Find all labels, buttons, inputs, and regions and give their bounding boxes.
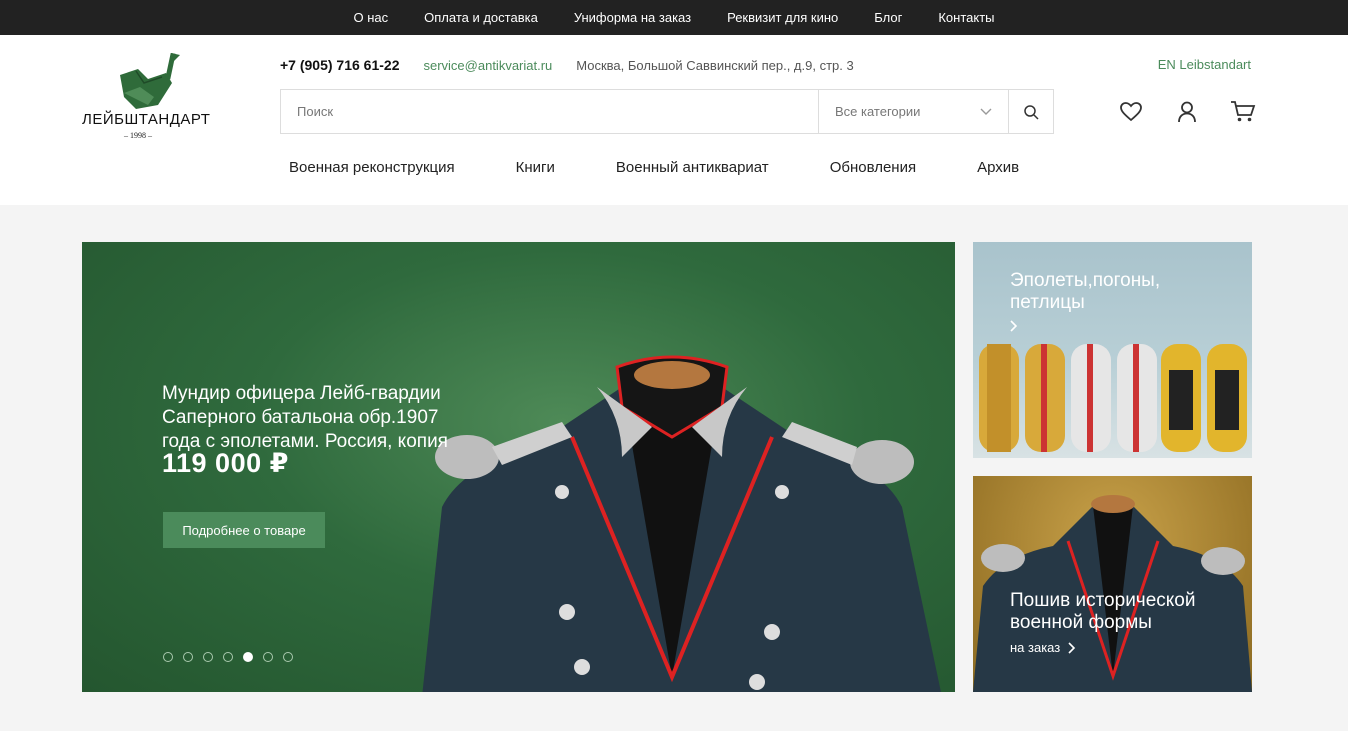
- logo-year: – 1998 –: [124, 131, 152, 140]
- category-select[interactable]: Все категории: [818, 90, 1008, 133]
- header-user-icons: [1118, 99, 1256, 125]
- topnav-payment-delivery[interactable]: Оплата и доставка: [424, 10, 538, 25]
- category-select-label: Все категории: [835, 104, 921, 119]
- slider-pagination: [163, 652, 293, 662]
- search-button[interactable]: [1008, 90, 1053, 133]
- search-bar: Все категории: [280, 89, 1054, 134]
- slider-dot-1[interactable]: [163, 652, 173, 662]
- cart-icon: [1231, 101, 1256, 122]
- search-input[interactable]: [281, 90, 818, 133]
- nav-books[interactable]: Книги: [516, 159, 555, 176]
- email-link[interactable]: service@antikvariat.ru: [423, 58, 552, 73]
- topnav-contacts[interactable]: Контакты: [938, 10, 994, 25]
- site-header: ЛЕЙБШТАНДАРТ – 1998 – +7 (905) 716 61-22…: [0, 35, 1348, 205]
- header-contacts: +7 (905) 716 61-22 service@antikvariat.r…: [280, 57, 854, 73]
- epaulettes-image: [979, 344, 1247, 452]
- chevron-right-icon: [1010, 320, 1018, 332]
- account-button[interactable]: [1174, 99, 1200, 125]
- hero-price: 119 000 ₽: [162, 448, 289, 478]
- banner-tailoring-subtitle: на заказ: [1010, 640, 1061, 655]
- phone-link[interactable]: +7 (905) 716 61-22: [280, 57, 399, 73]
- banner-tailoring-link: на заказ: [1010, 640, 1076, 655]
- nav-archive[interactable]: Архив: [977, 159, 1019, 176]
- banner-epaulettes[interactable]: Эполеты,погоны, петлицы: [973, 242, 1252, 458]
- user-icon: [1178, 101, 1196, 123]
- nav-military-reconstruction[interactable]: Военная реконструкция: [289, 159, 455, 176]
- wishlist-button[interactable]: [1118, 99, 1144, 125]
- hero-details-button[interactable]: Подробнее о товаре: [163, 512, 325, 548]
- logo-emblem-icon: [120, 53, 180, 109]
- main-navigation: Военная реконструкция Книги Военный анти…: [289, 159, 1019, 176]
- chevron-right-icon: [1068, 641, 1076, 654]
- banner-tailoring-title: Пошив исторической военной формы: [1010, 590, 1196, 633]
- site-logo[interactable]: ЛЕЙБШТАНДАРТ – 1998 –: [82, 53, 212, 143]
- banner-tailoring[interactable]: Пошив исторической военной формы на зака…: [973, 476, 1252, 692]
- slider-dot-5[interactable]: [243, 652, 253, 662]
- heart-icon: [1120, 102, 1142, 122]
- slider-dot-4[interactable]: [223, 652, 233, 662]
- top-navigation: О нас Оплата и доставка Униформа на зака…: [0, 0, 1348, 35]
- slider-dot-6[interactable]: [263, 652, 273, 662]
- topnav-about[interactable]: О нас: [354, 10, 389, 25]
- language-switch-link[interactable]: EN Leibstandart: [1158, 57, 1251, 72]
- tailored-uniform-image: [973, 495, 1252, 692]
- chevron-down-icon: [980, 108, 992, 115]
- uniform-jacket-image: [422, 355, 941, 692]
- topnav-custom-uniform[interactable]: Униформа на заказ: [574, 10, 691, 25]
- search-icon: [1024, 104, 1039, 120]
- hero-slider: Мундир офицера Лейб-гвардии Саперного ба…: [82, 242, 955, 692]
- topnav-blog[interactable]: Блог: [874, 10, 902, 25]
- banner-epaulettes-title: Эполеты,погоны, петлицы: [1010, 270, 1161, 313]
- nav-updates[interactable]: Обновления: [830, 159, 916, 176]
- slider-dot-7[interactable]: [283, 652, 293, 662]
- nav-military-antiques[interactable]: Военный антиквариат: [616, 159, 769, 176]
- cart-button[interactable]: [1230, 99, 1256, 125]
- slider-dot-2[interactable]: [183, 652, 193, 662]
- hero-product-title: Мундир офицера Лейб-гвардии Саперного ба…: [162, 383, 448, 452]
- address-text: Москва, Большой Саввинский пер., д.9, ст…: [576, 57, 854, 73]
- slider-dot-3[interactable]: [203, 652, 213, 662]
- topnav-film-props[interactable]: Реквизит для кино: [727, 10, 838, 25]
- logo-wordmark: ЛЕЙБШТАНДАРТ: [82, 111, 211, 128]
